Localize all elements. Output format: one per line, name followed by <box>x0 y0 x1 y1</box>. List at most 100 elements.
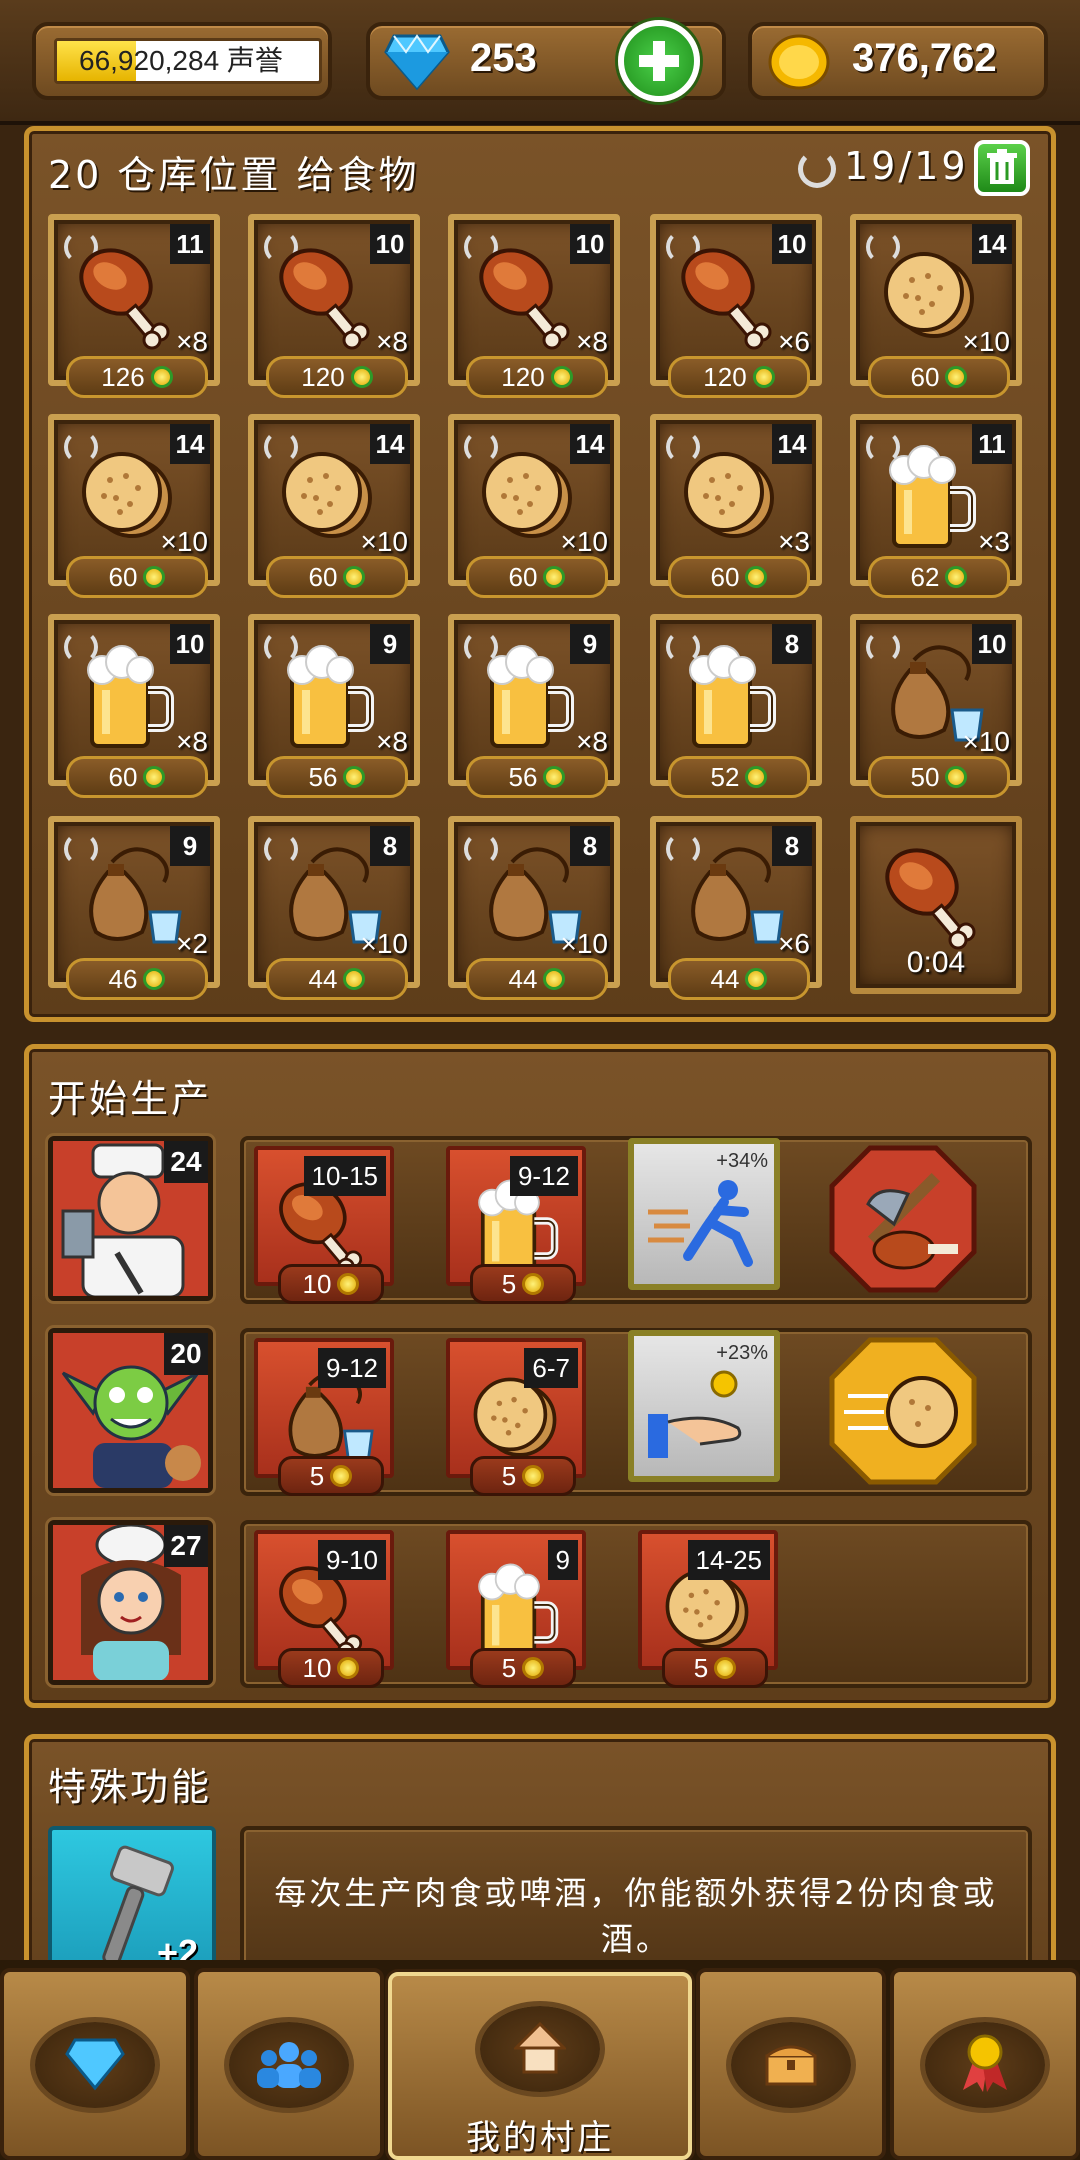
coin-icon <box>330 1465 353 1488</box>
coin-icon <box>337 1657 360 1680</box>
boost-card[interactable]: +34% <box>628 1138 780 1290</box>
nav-gems-button[interactable] <box>0 1968 190 2160</box>
item-quantity: ×10 <box>962 726 1011 757</box>
product-cost: 5 <box>278 1456 384 1496</box>
gold-coin-icon <box>768 34 830 90</box>
warehouse-slot[interactable]: 10 ×8 120 <box>448 214 620 398</box>
special-production-card[interactable] <box>828 1336 978 1490</box>
add-gems-button[interactable] <box>618 20 700 102</box>
warehouse-slot[interactable]: 10 ×10 50 <box>850 614 1022 798</box>
product-card[interactable]: 95 <box>446 1530 586 1688</box>
product-card[interactable]: 6-7 5 <box>446 1338 586 1496</box>
running-man-icon <box>648 1180 753 1267</box>
sell-price-value: 60 <box>308 562 338 592</box>
food-image <box>674 440 784 554</box>
cookie-icon <box>684 452 774 538</box>
chest-icon <box>765 2045 817 2086</box>
item-quantity: ×3 <box>978 526 1010 557</box>
sell-price[interactable]: 46 <box>66 958 208 1000</box>
sell-price[interactable]: 120 <box>266 356 408 398</box>
coin-icon <box>945 766 968 789</box>
warehouse-slot[interactable]: 8 52 <box>650 614 822 798</box>
nav-people-button[interactable] <box>194 1968 384 2160</box>
sell-price[interactable]: 60 <box>66 556 208 598</box>
nav-village-button[interactable]: 我的村庄 <box>388 1972 692 2160</box>
gold-panel[interactable]: 376,762 <box>748 22 1048 100</box>
sell-price[interactable]: 44 <box>466 958 608 1000</box>
sell-price-value: 120 <box>703 362 747 392</box>
warehouse-slot[interactable]: 14 ×10 60 <box>448 414 620 598</box>
sell-price[interactable]: 120 <box>466 356 608 398</box>
coin-icon <box>543 766 566 789</box>
beer-icon <box>689 645 776 748</box>
product-card[interactable]: 10-15 10 <box>254 1146 394 1304</box>
hand-coin-icon <box>648 1370 742 1458</box>
sell-price-value: 56 <box>308 762 338 792</box>
product-cost-value: 5 <box>309 1461 325 1491</box>
sell-price[interactable]: 60 <box>668 556 810 598</box>
nav-gems-circle <box>35 2022 155 2108</box>
food-image <box>72 240 182 354</box>
warehouse-slot[interactable]: 9 ×8 56 <box>248 614 420 798</box>
worker-portrait[interactable]: 20 <box>48 1328 213 1493</box>
product-card[interactable]: 9-12 5 <box>254 1338 394 1496</box>
item-quantity: ×10 <box>962 326 1011 357</box>
product-card[interactable]: 9-10 10 <box>254 1530 394 1688</box>
boost-percent: +23% <box>716 1342 768 1364</box>
warehouse-slot[interactable]: 9 ×8 56 <box>448 614 620 798</box>
nav-achievements-button[interactable] <box>890 1968 1080 2160</box>
warehouse-slot[interactable]: 9 ×2 46 <box>48 816 220 1000</box>
nav-chest-button[interactable] <box>696 1968 886 2160</box>
worker-level: 20 <box>164 1333 208 1375</box>
boost-card[interactable]: +23% <box>628 1330 780 1482</box>
sell-price[interactable]: 60 <box>868 356 1010 398</box>
nav-village-label: 我的村庄 <box>466 2118 614 2158</box>
product-cost: 10 <box>278 1648 384 1688</box>
food-image <box>674 842 794 956</box>
warehouse-slot[interactable]: 14 ×10 60 <box>48 414 220 598</box>
product-cost: 10 <box>278 1264 384 1304</box>
sell-price[interactable]: 60 <box>66 756 208 798</box>
sell-price[interactable]: 52 <box>668 756 810 798</box>
sell-price[interactable]: 126 <box>66 356 208 398</box>
warehouse-slot[interactable]: 14 ×3 60 <box>650 414 822 598</box>
warehouse-slot[interactable]: 10 ×6 120 <box>650 214 822 398</box>
trash-button[interactable] <box>974 140 1030 196</box>
warehouse-slot[interactable]: 11 ×8 126 <box>48 214 220 398</box>
warehouse-slot[interactable]: 10 ×8 60 <box>48 614 220 798</box>
sell-price[interactable]: 60 <box>466 556 608 598</box>
warehouse-slot[interactable]: 14 ×10 60 <box>850 214 1022 398</box>
warehouse-slot[interactable]: 14 ×10 60 <box>248 414 420 598</box>
product-card[interactable]: 9-12 5 <box>446 1146 586 1304</box>
sell-price[interactable]: 120 <box>668 356 810 398</box>
reputation-bar: 66,920,284 声誉 <box>54 38 322 84</box>
product-card[interactable]: 14-25 5 <box>638 1530 778 1688</box>
sell-price[interactable]: 62 <box>868 556 1010 598</box>
sell-price[interactable]: 60 <box>266 556 408 598</box>
warehouse-title: 20 仓库位置 给食物 <box>48 153 420 197</box>
sell-price[interactable]: 56 <box>466 756 608 798</box>
warehouse-slot[interactable]: 8 ×10 44 <box>448 816 620 1000</box>
sell-price[interactable]: 50 <box>868 756 1010 798</box>
warehouse-slot[interactable]: 8 ×6 44 <box>650 816 822 1000</box>
warehouse-slot[interactable]: 10 ×8 120 <box>248 214 420 398</box>
nav-people-circle <box>229 2022 349 2108</box>
gem-icon <box>65 2038 125 2091</box>
reputation-panel[interactable]: 66,920,284 声誉 <box>32 22 332 100</box>
producing-slot[interactable]: 0:04 <box>850 816 1022 994</box>
reputation-text: 66,920,284 声誉 <box>79 45 283 76</box>
sell-price-value: 120 <box>301 362 345 392</box>
item-quantity: ×8 <box>176 326 208 357</box>
item-quantity: ×6 <box>778 326 810 357</box>
warehouse-slot[interactable]: 11 ×3 62 <box>850 414 1022 598</box>
coin-icon <box>543 566 566 589</box>
special-production-card[interactable] <box>828 1144 978 1298</box>
worker-portrait[interactable]: 24 <box>48 1136 213 1301</box>
warehouse-slot[interactable]: 8 ×10 44 <box>248 816 420 1000</box>
sell-price[interactable]: 44 <box>668 958 810 1000</box>
sell-price[interactable]: 56 <box>266 756 408 798</box>
sell-price[interactable]: 44 <box>266 958 408 1000</box>
worker-portrait[interactable]: 27 <box>48 1520 213 1685</box>
gems-panel[interactable]: 253 <box>366 20 726 102</box>
coin-icon <box>745 766 768 789</box>
